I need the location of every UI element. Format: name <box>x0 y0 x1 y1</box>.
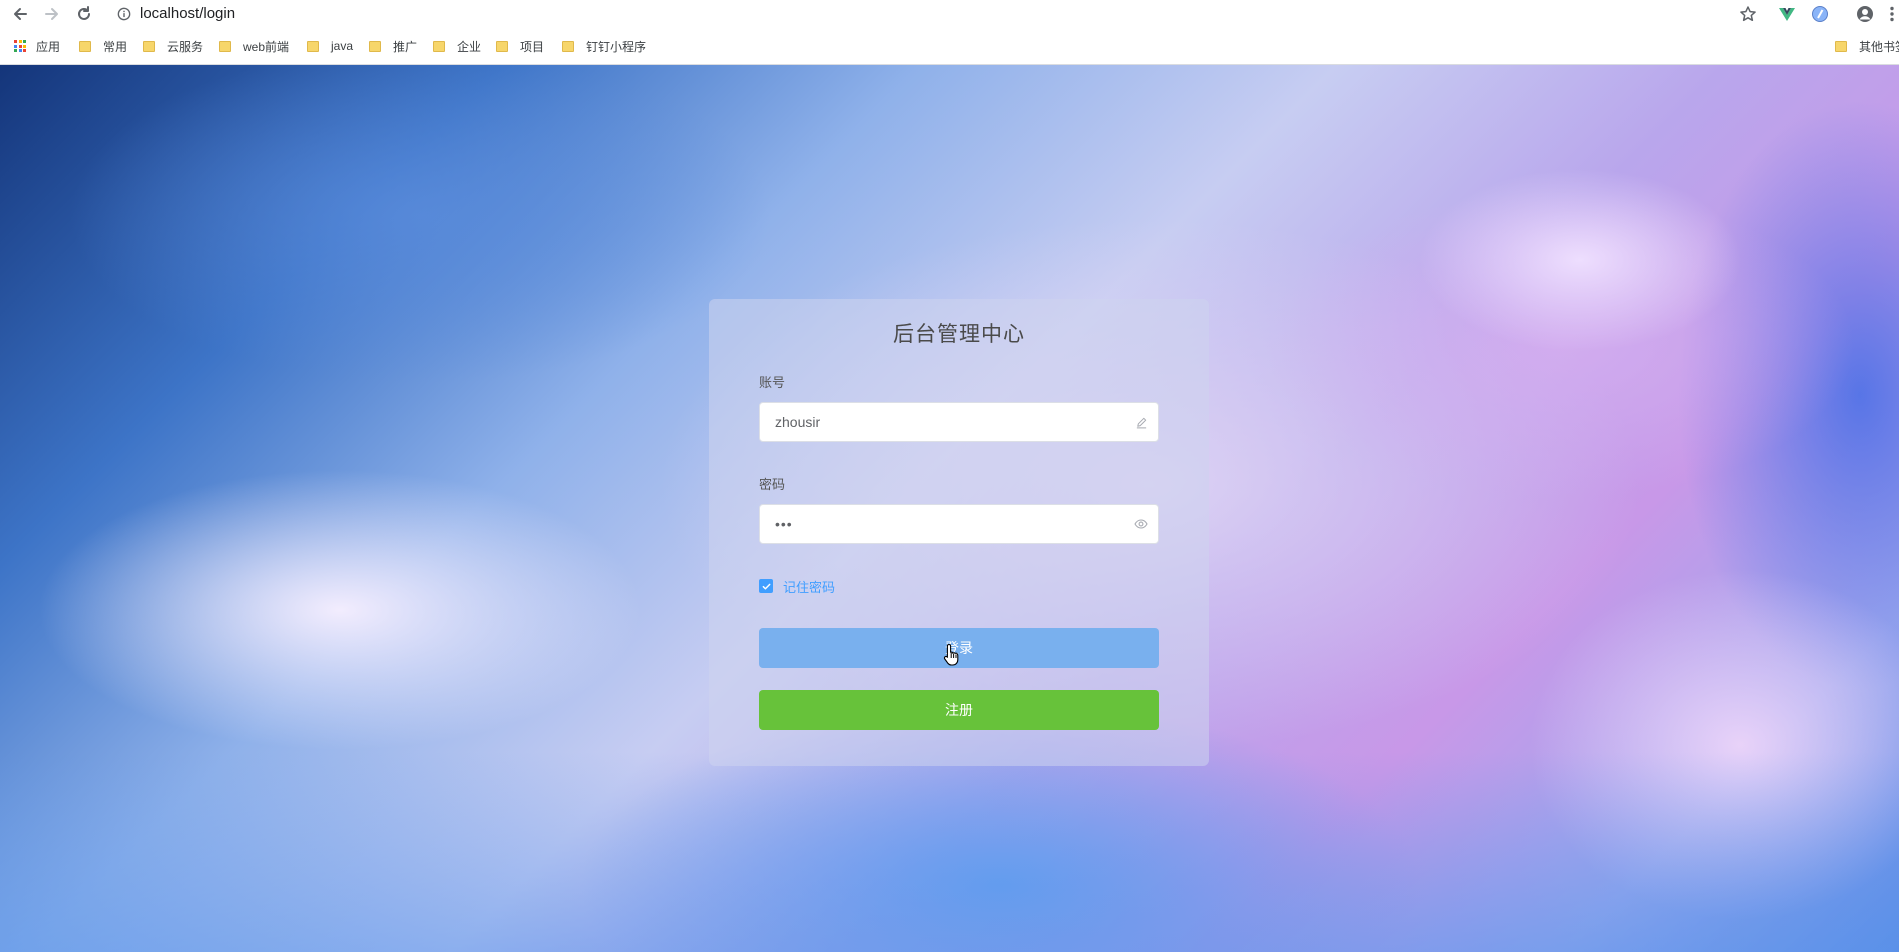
login-card: 后台管理中心 账号 密码 记住密码 登录 注册 <box>709 299 1209 766</box>
apps-grid-icon <box>14 40 26 52</box>
bookmark-label: 云服务 <box>167 39 204 54</box>
remember-label: 记住密码 <box>783 579 836 595</box>
bookmark-label: 项目 <box>520 39 545 54</box>
bookmark-label: 推广 <box>393 39 418 54</box>
bookmark-folder[interactable]: 推广 <box>369 36 417 56</box>
info-icon[interactable] <box>116 6 132 22</box>
eye-icon[interactable] <box>1134 517 1148 531</box>
folder-icon <box>1835 40 1847 52</box>
bookmark-folder[interactable]: web前端 <box>219 36 289 56</box>
login-page-background: 后台管理中心 账号 密码 记住密码 登录 注册 <box>0 65 1899 952</box>
bookmark-other[interactable]: 其他书签 <box>1835 36 1899 56</box>
bookmark-folder[interactable]: 企业 <box>433 36 481 56</box>
folder-icon <box>562 40 574 52</box>
bookmark-folder[interactable]: 项目 <box>496 36 544 56</box>
background-tint <box>0 752 1899 952</box>
bookmark-label: 钉钉小程序 <box>586 39 647 54</box>
folder-icon <box>219 40 231 52</box>
menu-icon[interactable] <box>1881 3 1899 25</box>
check-icon <box>762 583 770 589</box>
bookmark-folder[interactable]: 钉钉小程序 <box>562 36 646 56</box>
bookmark-label: web前端 <box>243 39 290 54</box>
folder-icon <box>143 40 155 52</box>
vue-devtools-icon[interactable] <box>1776 3 1798 25</box>
bookmark-label: java <box>331 39 354 53</box>
bookmark-apps[interactable]: 应用 <box>14 36 60 56</box>
browser-chrome: localhost/login 应用 常用 云服务 web前端 java 推广 … <box>0 0 1899 65</box>
bookmark-label: 常用 <box>103 39 128 54</box>
account-label: 账号 <box>759 375 786 390</box>
hand-cursor-icon <box>943 643 959 666</box>
folder-icon <box>79 40 91 52</box>
password-label: 密码 <box>759 477 786 492</box>
reload-icon[interactable] <box>73 3 95 25</box>
folder-icon <box>433 40 445 52</box>
folder-icon <box>496 40 508 52</box>
bookmark-label: 应用 <box>36 39 61 54</box>
bookmarks-bar: 应用 常用 云服务 web前端 java 推广 企业 项目 钉钉小程序 其他书 <box>0 36 1899 56</box>
account-field[interactable] <box>759 402 1159 442</box>
address-bar[interactable]: localhost/login <box>140 4 235 24</box>
bookmark-folder[interactable]: 常用 <box>79 36 127 56</box>
forward-arrow-icon[interactable] <box>41 3 63 25</box>
profile-icon[interactable] <box>1854 3 1876 25</box>
bookmark-label: 其他书签 <box>1859 39 1899 54</box>
back-arrow-icon[interactable] <box>9 3 31 25</box>
account-input[interactable] <box>760 403 1150 441</box>
folder-icon <box>307 40 319 52</box>
bookmark-folder[interactable]: 云服务 <box>143 36 203 56</box>
password-field[interactable] <box>759 504 1159 544</box>
browser-toolbar: localhost/login <box>0 0 1899 28</box>
bookmark-label: 企业 <box>457 39 482 54</box>
extension-icon[interactable] <box>1809 3 1831 25</box>
star-icon[interactable] <box>1737 3 1759 25</box>
remember-password[interactable]: 记住密码 <box>759 578 836 595</box>
password-input[interactable] <box>760 505 1150 543</box>
page-title: 后台管理中心 <box>893 323 1025 346</box>
bookmark-folder[interactable]: java <box>307 36 353 56</box>
register-button[interactable]: 注册 <box>759 690 1159 730</box>
edit-icon <box>1134 415 1148 429</box>
remember-checkbox[interactable] <box>759 579 773 593</box>
folder-icon <box>369 40 381 52</box>
